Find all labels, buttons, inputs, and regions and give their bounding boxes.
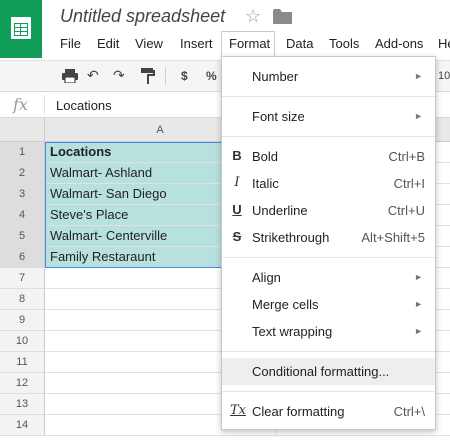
menu-item-number[interactable]: Number ► [222,63,435,90]
menu-item-label: Bold [252,149,279,164]
menu-view[interactable]: View [135,36,163,51]
menu-item-conditional-formatting[interactable]: Conditional formatting... [222,358,435,385]
menu-tools[interactable]: Tools [329,36,359,51]
sheets-logo[interactable] [0,0,42,58]
sheets-logo-icon [11,17,31,39]
row-header[interactable]: 6 [0,247,45,268]
shortcut-label: Ctrl+U [387,203,425,218]
italic-icon: I [234,175,240,190]
percent-format-button[interactable]: % [206,69,217,83]
bold-icon: B [232,148,242,163]
menu-item-font-size[interactable]: Font size ► [222,103,435,130]
menu-data[interactable]: Data [286,36,313,51]
menu-format[interactable]: Format [229,36,270,51]
menu-separator [222,136,435,137]
formula-divider [44,95,45,114]
menu-item-bold[interactable]: B Bold Ctrl+B [222,143,435,170]
row-header[interactable]: 3 [0,184,45,205]
row-header[interactable]: 10 [0,331,45,352]
submenu-arrow-icon: ► [414,299,423,309]
strikethrough-icon: S [232,229,242,244]
format-menu-dropdown: Number ► Font size ► B Bold Ctrl+B I Ita… [221,56,436,430]
menu-item-label: Underline [252,203,308,218]
menu-separator [222,351,435,352]
menu-item-label: Text wrapping [252,324,333,339]
toolbar-divider [165,67,166,85]
select-all-corner[interactable] [0,118,45,142]
star-icon[interactable]: ☆ [245,6,261,27]
print-icon[interactable] [62,69,78,83]
paint-format-icon[interactable] [141,68,155,84]
menu-item-label: Font size [252,109,305,124]
menu-item-align[interactable]: Align ► [222,264,435,291]
row-header[interactable]: 7 [0,268,45,289]
menu-help[interactable]: He [438,36,450,51]
shortcut-label: Ctrl+I [393,176,425,191]
row-header[interactable]: 14 [0,415,45,436]
menu-item-label: Conditional formatting... [252,364,390,379]
row-header[interactable]: 8 [0,289,45,310]
menu-item-underline[interactable]: U Underline Ctrl+U [222,197,435,224]
redo-icon[interactable]: ↷ [113,67,125,84]
folder-icon[interactable] [273,9,293,25]
menu-item-strikethrough[interactable]: S Strikethrough Alt+Shift+5 [222,224,435,251]
row-header[interactable]: 5 [0,226,45,247]
row-header[interactable]: 1 [0,142,45,163]
row-header[interactable]: 13 [0,394,45,415]
menu-item-label: Number [252,69,299,84]
menu-edit[interactable]: Edit [97,36,119,51]
row-header[interactable]: 4 [0,205,45,226]
shortcut-label: Ctrl+\ [393,404,425,419]
menu-separator [222,257,435,258]
font-size-select[interactable]: 10 [438,70,450,82]
menu-item-text-wrapping[interactable]: Text wrapping ► [222,318,435,345]
menu-item-label: Clear formatting [252,404,345,419]
menu-item-label: Strikethrough [252,230,330,245]
submenu-arrow-icon: ► [414,71,423,81]
menu-item-italic[interactable]: I Italic Ctrl+I [222,170,435,197]
undo-icon[interactable]: ↶ [87,67,99,84]
clear-formatting-icon: Tx [230,403,247,418]
underline-icon: U [232,202,242,217]
menu-separator [222,96,435,97]
menu-separator [222,391,435,392]
submenu-arrow-icon: ► [414,111,423,121]
row-header[interactable]: 2 [0,163,45,184]
fx-icon: fx [13,95,28,114]
menu-insert[interactable]: Insert [180,36,213,51]
menu-item-label: Merge cells [252,297,319,312]
shortcut-label: Ctrl+B [388,149,425,164]
menu-addons[interactable]: Add-ons [375,36,423,51]
formula-input[interactable]: Locations [56,98,112,113]
row-header[interactable]: 9 [0,310,45,331]
menu-item-label: Align [252,270,281,285]
menu-item-merge-cells[interactable]: Merge cells ► [222,291,435,318]
menu-item-label: Italic [252,176,279,191]
shortcut-label: Alt+Shift+5 [361,230,425,245]
app-header: Untitled spreadsheet ☆ File Edit View In… [0,0,450,60]
submenu-arrow-icon: ► [414,272,423,282]
menu-item-clear-formatting[interactable]: Tx Clear formatting Ctrl+\ [222,398,435,425]
row-header[interactable]: 11 [0,352,45,373]
row-header[interactable]: 12 [0,373,45,394]
currency-format-button[interactable]: $ [181,69,188,83]
submenu-arrow-icon: ► [414,326,423,336]
document-title[interactable]: Untitled spreadsheet [60,6,225,27]
menu-file[interactable]: File [60,36,81,51]
